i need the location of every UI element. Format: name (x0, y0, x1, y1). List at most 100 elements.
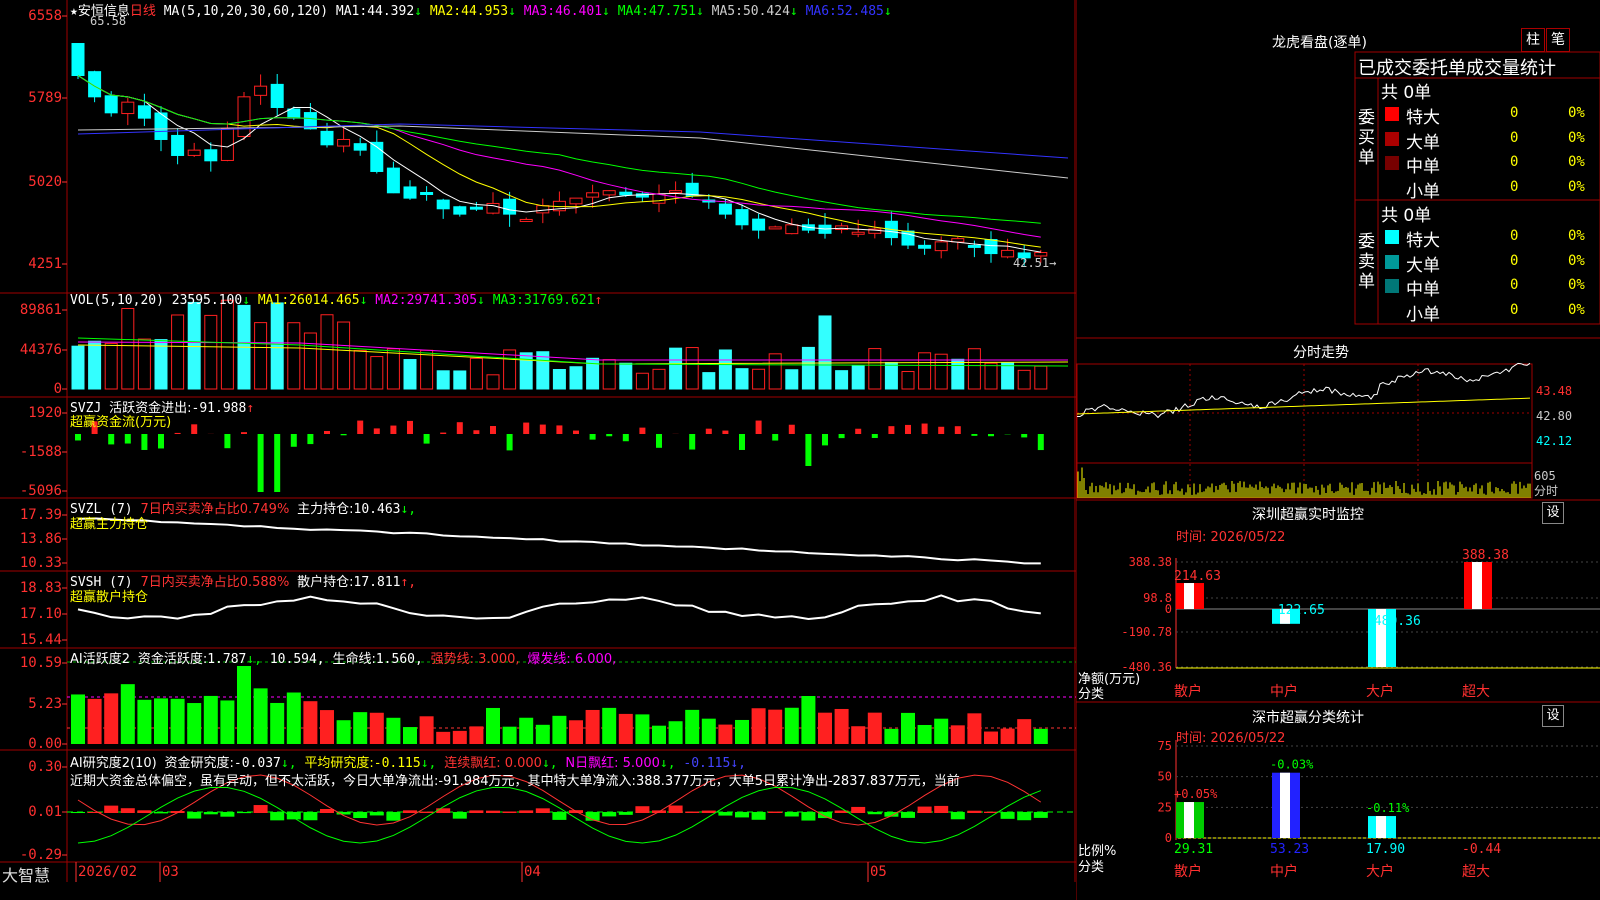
vol-ma-value: 26014.465 (289, 293, 360, 308)
ai1-tick-label: 5.23 (28, 696, 62, 712)
research-bar (71, 812, 85, 814)
research-bar (486, 810, 500, 813)
ai2-tick-label: -0.29 (20, 847, 62, 863)
research-bar (618, 812, 633, 815)
volume-bar (287, 322, 301, 390)
buy-total: 共 0单 (1381, 83, 1432, 103)
ai2-avg-arrow: ↓, (420, 756, 437, 771)
research-bar (502, 811, 517, 813)
ai2-pane-header: AI研究度2(10) 资金研究度:-0.037↓, 平均研究度:-0.115↓,… (70, 752, 746, 771)
svsh-label: 7日内买卖净占比0.588% (140, 575, 290, 590)
ai2-arrow: ↓, (280, 756, 297, 771)
svzl-label: 7日内买卖净占比0.749% (140, 502, 290, 517)
retail-hold-line (77, 594, 1041, 621)
ai1-burst: 爆发线: 6.000, (527, 652, 617, 667)
volume-bar (951, 358, 965, 390)
volume-bar (220, 299, 234, 390)
monitor-tick-label: 0 (1165, 602, 1172, 616)
ma-label: MA2: (422, 4, 462, 19)
ma-params: MA(5,10,20,30,60,120) (163, 4, 329, 19)
classify-time: 时间: 2026/05/22 (1176, 731, 1286, 746)
brand-logo[interactable]: 大智慧 (2, 862, 50, 886)
buy-row-percent: 0% (1568, 178, 1585, 195)
research-bar (519, 810, 534, 813)
flow-bar (440, 432, 447, 434)
monitor-tick-label: 388.38 (1129, 555, 1172, 569)
flow-bar (407, 420, 413, 434)
activity-bar (336, 720, 351, 744)
volume-bar (171, 314, 185, 390)
research-bar (120, 808, 135, 813)
research-bar (452, 812, 467, 819)
activity-bar (403, 727, 417, 744)
activity-bar (602, 707, 617, 744)
volume-bar (270, 302, 284, 390)
buy-row-percent: 0% (1568, 129, 1585, 146)
ma-value: 50.424 (742, 4, 790, 19)
classify-bar-shine (1280, 772, 1290, 838)
price-pane-header: ★安恒信息日线 MA(5,10,20,30,60,120) MA1:44.392… (70, 0, 892, 19)
main-chart-area[interactable]: 6558 5789 5020 4251 89861 44376 0 1920 -1588 -509… (0, 0, 1076, 885)
monitor-settings-button[interactable]: 设 (1542, 502, 1564, 524)
research-bar (386, 812, 401, 821)
volume-bar (685, 347, 699, 390)
buy-row-count: 0 (1510, 129, 1519, 146)
lhb-bar-mode-button[interactable]: 柱 (1521, 28, 1545, 52)
ai2-cont-arrow: ↓, (541, 756, 558, 771)
volume-bar (386, 348, 400, 390)
candle (104, 95, 118, 114)
flow-bar (75, 434, 81, 441)
vol-pane-header: VOL(5,10,20) 23595.100↓ MA1:26014.465↓ M… (70, 293, 602, 308)
ma-label: MA4: (609, 4, 650, 19)
classify-category-label: 超大 (1462, 864, 1490, 880)
research-bar (735, 812, 749, 818)
volume-bar (702, 372, 716, 390)
flow-bar (656, 434, 662, 448)
volume-bar (370, 356, 384, 390)
research-bar (751, 812, 766, 820)
volume-bar (503, 349, 517, 390)
classify-settings-button[interactable]: 设 (1542, 705, 1564, 727)
research-bar (867, 812, 882, 815)
volume-bar (337, 321, 351, 390)
candle (536, 205, 550, 214)
monitor-bar-shine (1472, 562, 1482, 609)
ai2-nday: N日飘红: 5.000 (565, 756, 660, 771)
volume-bar (768, 353, 782, 390)
buy-row-count: 0 (1510, 154, 1519, 170)
activity-bar (104, 693, 119, 744)
intraday-vol-label: 分时 (1534, 484, 1558, 498)
activity-bar (253, 688, 268, 744)
flow-bar (191, 424, 198, 434)
activity-bar (950, 725, 965, 744)
volume-bar (735, 368, 749, 390)
flow-bar (938, 426, 945, 434)
lhb-tick-mode-button[interactable]: 笔 (1546, 28, 1570, 52)
candle (320, 130, 334, 146)
monitor-bar-value: 214.63 (1174, 569, 1221, 584)
favorite-star-icon[interactable]: ★ (70, 4, 78, 19)
activity-bar (718, 724, 733, 744)
candle (735, 209, 749, 226)
classify-bar-change: -0.11% (1366, 801, 1410, 815)
svzj-value: -91.988 (191, 401, 247, 416)
candle (270, 83, 284, 108)
candle (88, 71, 102, 98)
price-tick-label: 4251 (28, 256, 62, 272)
candle (121, 101, 135, 115)
kline-chart-canvas[interactable]: 6558 5789 5020 4251 89861 44376 0 1920 -1588 -509… (0, 0, 1076, 882)
ai1-arrow: ↓, (246, 652, 263, 667)
volume-bar (552, 369, 566, 390)
ma-value: 46.401 (555, 4, 603, 19)
flow-bar (390, 425, 397, 434)
monitor-bar-value: 388.38 (1462, 548, 1509, 563)
vol-ma-value: 31769.621 (524, 293, 595, 308)
research-bar (436, 808, 451, 813)
volume-bar (785, 369, 799, 390)
activity-bar (469, 726, 484, 744)
period-label[interactable]: 日线 (130, 4, 156, 19)
intraday-title: 分时走势 (1293, 345, 1349, 361)
candle (353, 143, 367, 151)
classify-bar-shine (1184, 802, 1194, 838)
classify-side-label2: 分类 (1078, 860, 1105, 875)
